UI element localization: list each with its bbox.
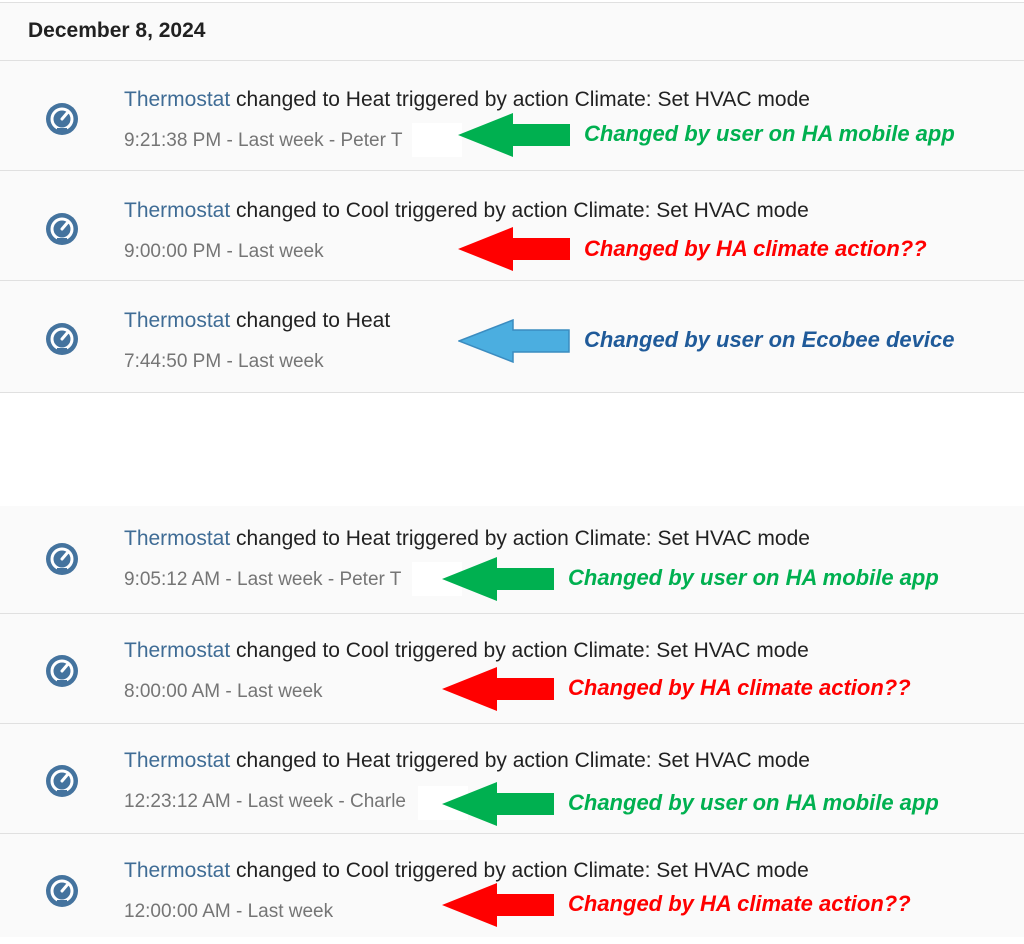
entity-link[interactable]: Thermostat [124,527,230,550]
red-arrow-icon [458,227,570,271]
entry-timestamp: 12:23:12 AM - Last week - Charle [124,791,406,812]
entry-message: changed to Cool triggered by action Clim… [230,859,809,882]
entry-timestamp: 9:00:00 PM - Last week [124,241,324,262]
entry-message: changed to Heat [230,309,391,332]
thermostat-icon [46,875,78,907]
red-arrow-icon [442,667,554,711]
entity-link[interactable]: Thermostat [124,199,230,222]
entry-message: changed to Cool triggered by action Clim… [230,639,809,662]
entry-message: changed to Heat triggered by action Clim… [230,527,810,550]
thermostat-icon [46,103,78,135]
entry-message: changed to Cool triggered by action Clim… [230,199,809,222]
entry-timestamp: 7:44:50 PM - Last week [124,351,324,372]
green-arrow-icon [442,782,554,826]
annotation-note: Changed by user on Ecobee device [584,327,955,352]
entry-message: changed to Heat triggered by action Clim… [230,88,810,111]
entry-timestamp: 9:21:38 PM - Last week - Peter T [124,130,403,151]
annotation-note: Changed by HA climate action?? [568,891,911,916]
thermostat-icon [46,765,78,797]
annotation-note: Changed by user on HA mobile app [584,121,955,146]
entry-timestamp: 9:05:12 AM - Last week - Peter T [124,569,402,590]
annotation-note: Changed by user on HA mobile app [568,790,939,815]
green-arrow-icon [442,557,554,601]
annotation-note: Changed by user on HA mobile app [568,565,939,590]
annotation-note: Changed by HA climate action?? [584,236,927,261]
entity-link[interactable]: Thermostat [124,88,230,111]
thermostat-icon [46,543,78,575]
green-arrow-icon [458,113,570,157]
thermostat-icon [46,655,78,687]
entity-link[interactable]: Thermostat [124,639,230,662]
entry-message: changed to Heat triggered by action Clim… [230,749,810,772]
red-arrow-icon [442,883,554,927]
annotation-note: Changed by HA climate action?? [568,675,911,700]
entity-link[interactable]: Thermostat [124,859,230,882]
date-header: December 8, 2024 [28,19,206,42]
entity-link[interactable]: Thermostat [124,749,230,772]
thermostat-icon [46,323,78,355]
entry-timestamp: 8:00:00 AM - Last week [124,681,323,702]
entry-timestamp: 12:00:00 AM - Last week [124,901,334,922]
entity-link[interactable]: Thermostat [124,309,230,332]
thermostat-icon [46,213,78,245]
blue-arrow-icon [458,319,570,363]
